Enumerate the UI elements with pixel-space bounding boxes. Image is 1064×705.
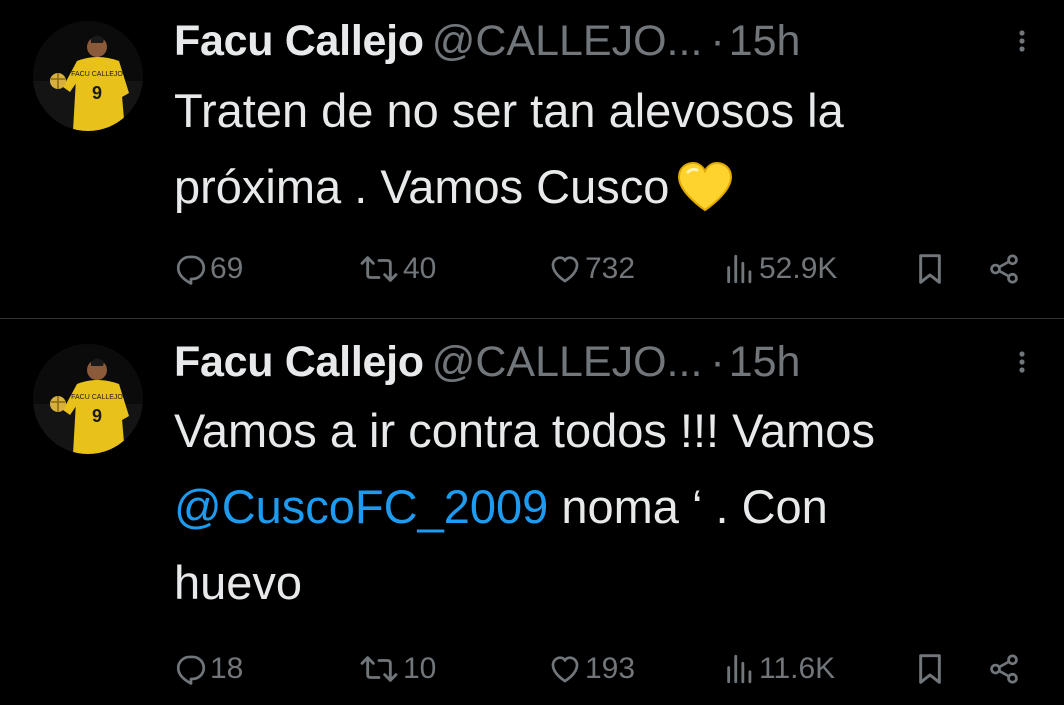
reply-button[interactable]: 69	[174, 247, 243, 291]
retweet-button[interactable]: 40	[357, 247, 436, 291]
yellow-heart-emoji-icon	[678, 161, 733, 212]
reply-count: 18	[210, 652, 244, 685]
views-count: 11.6K	[759, 652, 836, 685]
tweet-actions: 69 40 732 52.9K	[174, 247, 1034, 291]
retweet-icon	[360, 656, 398, 682]
like-count: 193	[585, 652, 636, 685]
share-button[interactable]	[986, 647, 1022, 691]
bookmark-button[interactable]	[914, 647, 946, 691]
author-name[interactable]: Facu Callejo	[174, 338, 424, 386]
like-count: 732	[585, 252, 636, 285]
tweet[interactable]: FACU CALLEJO 9 Facu Callejo @CALLEJO... ·1…	[0, 0, 1064, 318]
author-name[interactable]: Facu Callejo	[174, 17, 424, 65]
avatar[interactable]: FACU CALLEJO 9	[33, 21, 143, 131]
tweet-text-segment: noma ‘ . Con	[548, 480, 828, 533]
retweet-count: 40	[403, 252, 437, 285]
timestamp[interactable]: 15h	[729, 338, 801, 386]
separator-dot: ·	[710, 17, 725, 65]
reply-count: 69	[210, 252, 244, 285]
tweet-actions: 18 10 193 11.6K	[174, 647, 1034, 691]
views-button[interactable]: 52.9K	[723, 247, 837, 291]
author-handle[interactable]: @CALLEJO...	[432, 17, 703, 65]
separator-dot: ·	[710, 338, 725, 386]
share-button[interactable]	[986, 247, 1022, 291]
svg-text:FACU CALLEJO: FACU CALLEJO	[71, 71, 123, 78]
tweet[interactable]: FACU CALLEJO 9 Facu Callejo @CALLEJO... ·1…	[0, 319, 1064, 705]
heart-icon	[551, 256, 579, 283]
views-button[interactable]: 11.6K	[723, 647, 835, 691]
like-button[interactable]: 193	[547, 647, 635, 691]
tweet-text: Vamos a ir contra todos !!! Vamos @Cusco…	[174, 393, 1044, 621]
reply-icon	[176, 255, 206, 285]
reply-button[interactable]: 18	[174, 647, 243, 691]
tweet-header: Facu Callejo @CALLEJO... ·15h	[174, 335, 1034, 389]
tweet-text-line: @CuscoFC_2009 noma ‘ . Con	[174, 469, 1044, 545]
tweet-text-line: Traten de no ser tan alevosos la	[174, 84, 844, 137]
author-handle[interactable]: @CALLEJO...	[432, 338, 703, 386]
like-button[interactable]: 732	[547, 247, 635, 291]
heart-icon	[551, 656, 579, 683]
tweet-text-line: próxima . Vamos Cusco	[174, 149, 1044, 225]
avatar-image: FACU CALLEJO 9	[33, 21, 143, 131]
retweet-button[interactable]: 10	[357, 647, 436, 691]
avatar-image: FACU CALLEJO 9	[33, 344, 143, 454]
views-count: 52.9K	[759, 252, 838, 285]
timestamp[interactable]: 15h	[729, 17, 801, 65]
views-chart-icon	[727, 654, 752, 684]
share-icon	[990, 654, 1018, 684]
mention-link[interactable]: @CuscoFC_2009	[174, 480, 548, 533]
reply-icon	[176, 655, 206, 685]
svg-text:FACU CALLEJO: FACU CALLEJO	[71, 394, 123, 401]
retweet-count: 10	[403, 652, 437, 685]
tweet-text-line: Vamos a ir contra todos !!! Vamos	[174, 404, 875, 457]
retweet-icon	[360, 256, 398, 282]
more-vertical-icon[interactable]	[1010, 345, 1034, 379]
tweet-text-segment: próxima . Vamos Cusco	[174, 160, 670, 213]
bookmark-icon	[919, 254, 941, 284]
avatar[interactable]: FACU CALLEJO 9	[33, 344, 143, 454]
bookmark-button[interactable]	[914, 247, 946, 291]
bookmark-icon	[919, 654, 941, 684]
tweet-text: Traten de no ser tan alevosos la próxima…	[174, 73, 1044, 225]
views-chart-icon	[727, 254, 752, 284]
svg-text:9: 9	[92, 406, 102, 426]
more-vertical-icon[interactable]	[1010, 24, 1034, 58]
tweet-header: Facu Callejo @CALLEJO... ·15h	[174, 14, 1034, 68]
svg-text:9: 9	[92, 83, 102, 103]
tweet-text-line: huevo	[174, 556, 303, 609]
share-icon	[990, 254, 1018, 284]
